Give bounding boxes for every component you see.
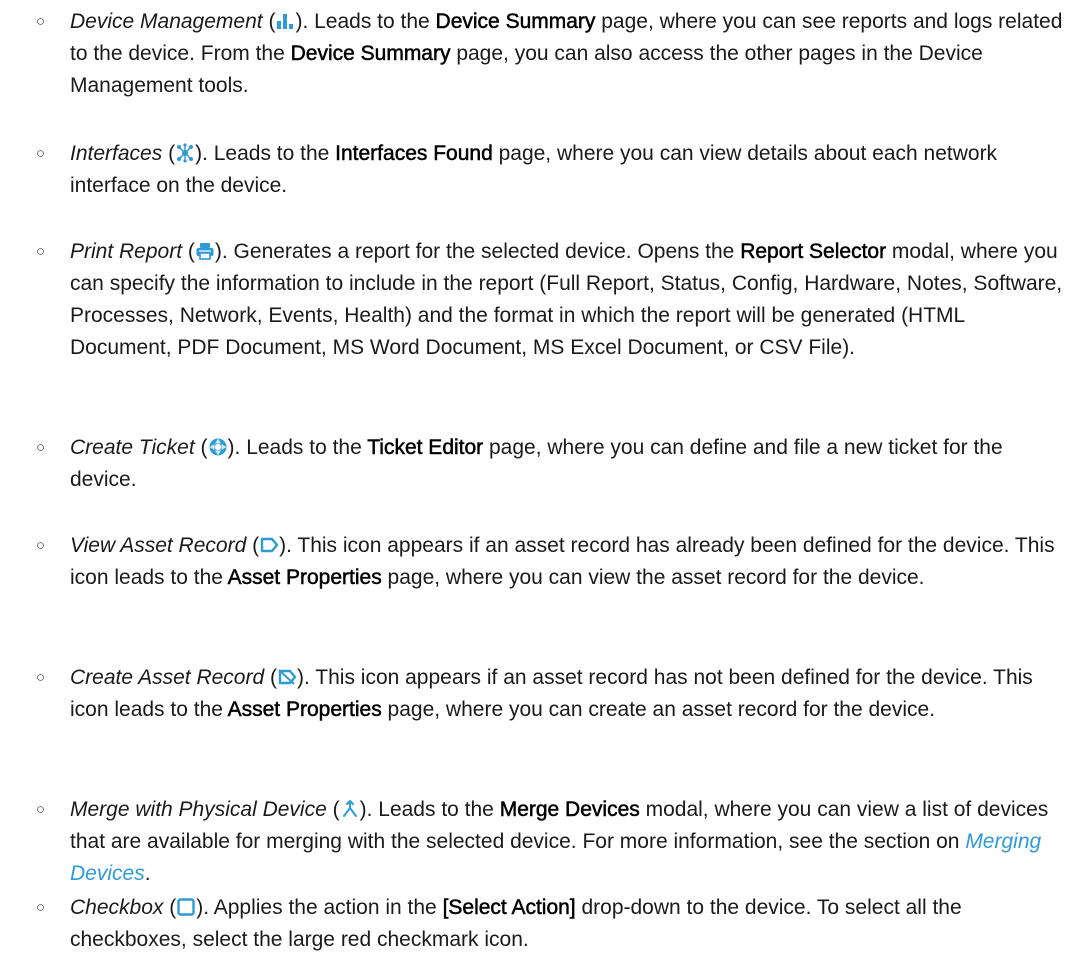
printer-icon <box>195 241 215 261</box>
bullet: ○ <box>36 801 46 818</box>
bullet: ○ <box>36 13 46 30</box>
item-name: Device Management <box>70 10 263 33</box>
lifebuoy-icon <box>208 437 228 457</box>
bullet: ○ <box>36 899 46 916</box>
document-body: ○ Device Management (). Leads to the Dev… <box>0 0 1079 962</box>
item-name: Create Asset Record <box>70 666 265 689</box>
merge-icon <box>340 799 360 819</box>
list-item: ○ Merge with Physical Device (). Leads t… <box>36 794 1066 890</box>
checkbox-icon <box>176 897 196 917</box>
create-asset-record-icon <box>277 667 297 687</box>
bar-chart-icon <box>275 11 295 31</box>
bullet: ○ <box>36 669 46 686</box>
item-name: Create Ticket <box>70 436 195 459</box>
list-item: ○ Print Report (). Generates a report fo… <box>36 236 1066 364</box>
list-item: ○ Create Ticket (). Leads to the Ticket … <box>36 432 1066 496</box>
list-item: ○ Checkbox (). Applies the action in the… <box>36 892 1066 956</box>
bullet: ○ <box>36 439 46 456</box>
item-name: View Asset Record <box>70 534 247 557</box>
list-item: ○ View Asset Record (). This icon appear… <box>36 530 1066 594</box>
bullet: ○ <box>36 537 46 554</box>
item-name: Print Report <box>70 240 183 263</box>
list-item: ○ Device Management (). Leads to the Dev… <box>36 6 1066 102</box>
network-interfaces-icon <box>175 143 195 163</box>
list-item: ○ Interfaces (). Leads to the Interfaces… <box>36 138 1066 202</box>
item-name: Checkbox <box>70 896 164 919</box>
bullet: ○ <box>36 145 46 162</box>
list-item: ○ Create Asset Record (). This icon appe… <box>36 662 1066 726</box>
asset-record-icon <box>259 535 279 555</box>
bullet: ○ <box>36 243 46 260</box>
item-name: Merge with Physical Device <box>70 798 327 821</box>
item-name: Interfaces <box>70 142 163 165</box>
